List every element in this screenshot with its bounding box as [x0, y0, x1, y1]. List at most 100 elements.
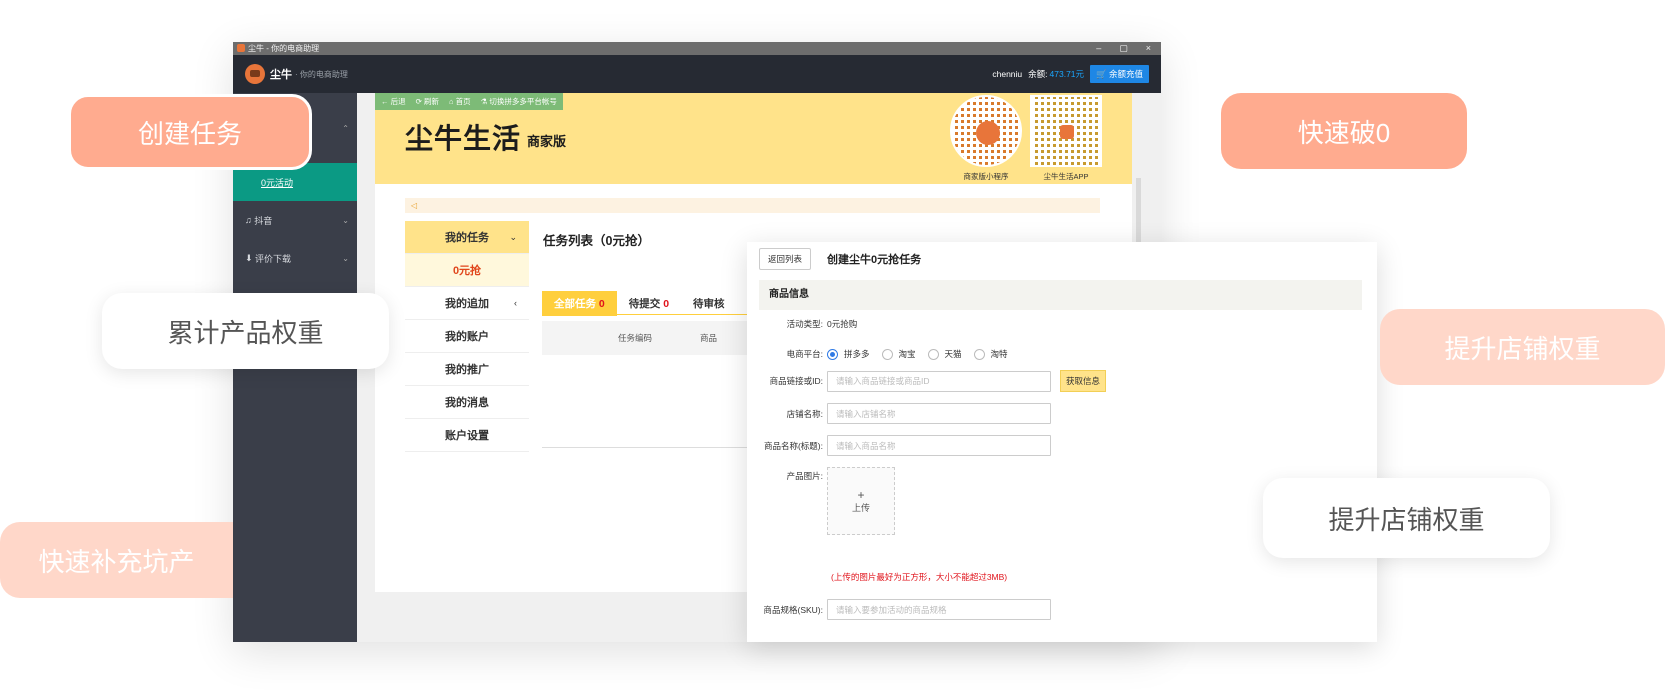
menu-my-tasks[interactable]: 我的任务 ⌄ [405, 221, 529, 254]
task-menu: 我的任务 ⌄ 0元抢 我的追加 ‹ 我的账户 我的推广 我的消息 账户设置 [405, 221, 529, 452]
pill-boost-store-lower: 提升店铺权重 [1263, 478, 1550, 558]
create-task-form: 返回列表 创建尘牛0元抢任务 商品信息 活动类型: 0元抢购 电商平台: 拼多多… [747, 242, 1377, 642]
sku-row: 商品规格(SKU): 请输入要参加活动的商品规格 [747, 599, 1051, 620]
tab-count: 0 [663, 298, 670, 310]
image-row: 产品图片: + 上传 [747, 467, 895, 535]
banner-title: 尘牛生活 [405, 122, 522, 155]
radio-icon [927, 348, 939, 360]
pill-create-task: 创建任务 [68, 94, 312, 170]
menu-account-settings[interactable]: 账户设置 [405, 419, 529, 452]
app-icon [237, 44, 245, 52]
music-icon: ♫ [245, 215, 255, 225]
platform-radio-group: 拼多多 淘宝 天猫 淘特 [827, 348, 1012, 360]
window-title: 尘牛 - 你的电商助理 [248, 44, 320, 53]
radio-taote[interactable]: 淘特 [973, 348, 1008, 360]
menu-label: 我的消息 [445, 397, 489, 409]
radio-label: 淘宝 [898, 349, 916, 359]
radio-label: 天猫 [944, 349, 962, 359]
sidebar-item-douyin[interactable]: ♫ 抖音 ⌄ [233, 201, 357, 239]
form-title: 创建尘牛0元抢任务 [827, 254, 922, 266]
menu-zero-grab[interactable]: 0元抢 [405, 254, 529, 287]
menu-my-promotion[interactable]: 我的推广 [405, 353, 529, 386]
activity-type-value: 0元抢购 [827, 319, 858, 329]
toolbar-label: 首页 [455, 97, 471, 106]
balance-value: 473.71元 [1049, 69, 1085, 79]
toolbar-label: 切换拼多多平台帐号 [489, 97, 557, 106]
field-label: 店铺名称: [786, 408, 823, 419]
recharge-label: 余额充值 [1108, 69, 1143, 79]
shop-name-input[interactable]: 请输入店铺名称 [827, 403, 1051, 424]
product-name-input[interactable]: 请输入商品名称 [827, 435, 1051, 456]
recharge-button[interactable]: 🛒 余额充值 [1090, 65, 1149, 83]
radio-label: 淘特 [990, 349, 1008, 359]
home-button[interactable]: ⌂ 首页 [449, 96, 471, 107]
menu-my-account[interactable]: 我的账户 [405, 320, 529, 353]
speaker-icon: ◁ [411, 201, 418, 210]
tab-label: 待提交 [628, 298, 661, 310]
upload-hint: (上传的图片最好为正方形，大小不能超过3MB) [831, 572, 1008, 582]
brand-logo [245, 64, 265, 84]
switch-account-button[interactable]: ⚗ 切换拼多多平台帐号 [481, 96, 557, 107]
sidebar-item-label: 评价下载 [255, 253, 292, 264]
menu-my-additions[interactable]: 我的追加 ‹ [405, 287, 529, 320]
sidebar-item-review-download[interactable]: ⬇ 评价下载 ⌄ [233, 239, 357, 277]
download-icon: ⬇ [245, 252, 256, 263]
tab-all-tasks[interactable]: 全部任务 0 [542, 291, 617, 316]
close-button[interactable]: × [1146, 42, 1151, 55]
chevron-up-icon: ⌃ [342, 123, 349, 133]
back-nav-button[interactable]: ← 后退 [381, 96, 406, 107]
maximize-button[interactable]: ▢ [1119, 42, 1128, 55]
menu-my-messages[interactable]: 我的消息 [405, 386, 529, 419]
window-controls: – ▢ × [1096, 42, 1151, 55]
radio-icon [827, 348, 838, 360]
sidebar-item-label: 0元活动 [261, 177, 294, 188]
balance-label: 余额: [1028, 69, 1048, 79]
radio-taobao[interactable]: 淘宝 [881, 348, 916, 360]
table-divider [542, 447, 752, 448]
sku-input[interactable]: 请输入要参加活动的商品规格 [827, 599, 1051, 620]
tab-pending-submit[interactable]: 待提交 0 [617, 291, 681, 316]
brand-subtitle: · 你的电商助理 [295, 69, 348, 79]
radio-label: 拼多多 [844, 349, 870, 359]
section-product-info: 商品信息 [759, 280, 1362, 310]
table-header: 任务编码 商品 [542, 321, 752, 355]
field-label: 商品链接或ID: [769, 376, 823, 386]
tab-pending-review[interactable]: 待审核 [681, 291, 737, 316]
menu-label: 我的任务 [445, 232, 489, 244]
chevron-down-icon: ⌄ [342, 253, 349, 263]
tab-label: 全部任务 [554, 298, 596, 310]
field-label: 活动类型: [786, 319, 823, 329]
product-name-row: 商品名称(标题): 请输入商品名称 [747, 435, 1051, 456]
banner: ← 后退 ⟳ 刷新 ⌂ 首页 ⚗ 切换拼多多平台帐号 尘牛生活 商家版 商家版小… [375, 93, 1132, 184]
radio-pinduoduo[interactable]: 拼多多 [827, 348, 870, 360]
fetch-info-button[interactable]: 获取信息 [1060, 370, 1107, 392]
back-to-list-button[interactable]: 返回列表 [759, 248, 812, 270]
chevron-down-icon: ⌄ [509, 231, 517, 242]
minimize-button[interactable]: – [1096, 42, 1101, 55]
radio-tmall[interactable]: 天猫 [927, 348, 962, 360]
upload-label: 上传 [851, 502, 870, 513]
sidebar-item-label: 抖音 [254, 215, 273, 226]
chevron-left-icon: ‹ [514, 298, 517, 308]
brand-name: 尘牛 [270, 69, 292, 81]
banner-subtitle: 商家版 [527, 134, 567, 149]
menu-label: 0元抢 [452, 265, 482, 277]
activity-type-row: 活动类型: 0元抢购 [747, 318, 858, 330]
image-upload-box[interactable]: + 上传 [827, 467, 895, 535]
product-link-input[interactable]: 请输入商品链接或商品ID [827, 370, 1051, 392]
column-header: 任务编码 [618, 333, 653, 343]
column-header: 商品 [700, 333, 718, 343]
field-label: 商品名称(标题): [763, 440, 823, 451]
task-list-title: 任务列表（0元抢） [543, 234, 650, 248]
toolbar-label: 后退 [390, 97, 406, 106]
chevron-down-icon: ⌄ [342, 215, 349, 225]
notice-bar: ◁ [405, 198, 1100, 213]
menu-label: 账户设置 [445, 430, 489, 442]
task-tabs: 全部任务 0 待提交 0 待审核 [542, 291, 737, 316]
tab-count: 0 [598, 298, 605, 310]
field-label: 电商平台: [786, 349, 823, 359]
menu-label: 我的推广 [445, 364, 489, 376]
refresh-button[interactable]: ⟳ 刷新 [416, 96, 439, 107]
mini-program-qr-label: 商家版小程序 [963, 172, 1009, 181]
username: chenniu [992, 69, 1023, 79]
